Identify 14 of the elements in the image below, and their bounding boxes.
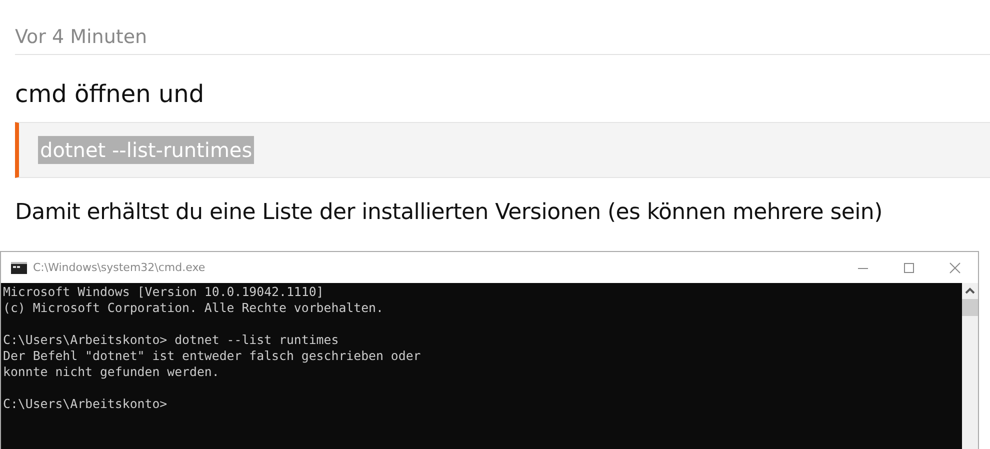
timestamp: Vor 4 Minuten <box>15 25 148 50</box>
heading: cmd öffnen und <box>15 79 206 109</box>
console-line: (c) Microsoft Corporation. Alle Rechte vorbehalten. <box>2 300 384 316</box>
window-title: C:\Windows\system32\cmd.exe <box>33 261 206 274</box>
scrollbar[interactable] <box>962 283 978 449</box>
console-line: Der Befehl "dotnet" ist entweder falsch geschrieben oder <box>2 348 422 364</box>
console-line: konnte nicht gefunden werden. <box>2 364 220 380</box>
console-icon <box>11 262 27 274</box>
console-line: C:\Users\Arbeitskonto> <box>2 396 168 412</box>
scroll-thumb[interactable] <box>962 299 978 316</box>
paragraph: Damit erhältst du eine Liste der installierten Versionen (es können mehrere sein) <box>15 199 884 227</box>
console-line: C:\Users\Arbeitskonto> dotnet --list runtimes <box>2 332 340 348</box>
code-text: dotnet --list-runtimes <box>38 136 254 164</box>
console-line: Microsoft Windows [Version 10.0.19042.1110] <box>2 284 325 300</box>
